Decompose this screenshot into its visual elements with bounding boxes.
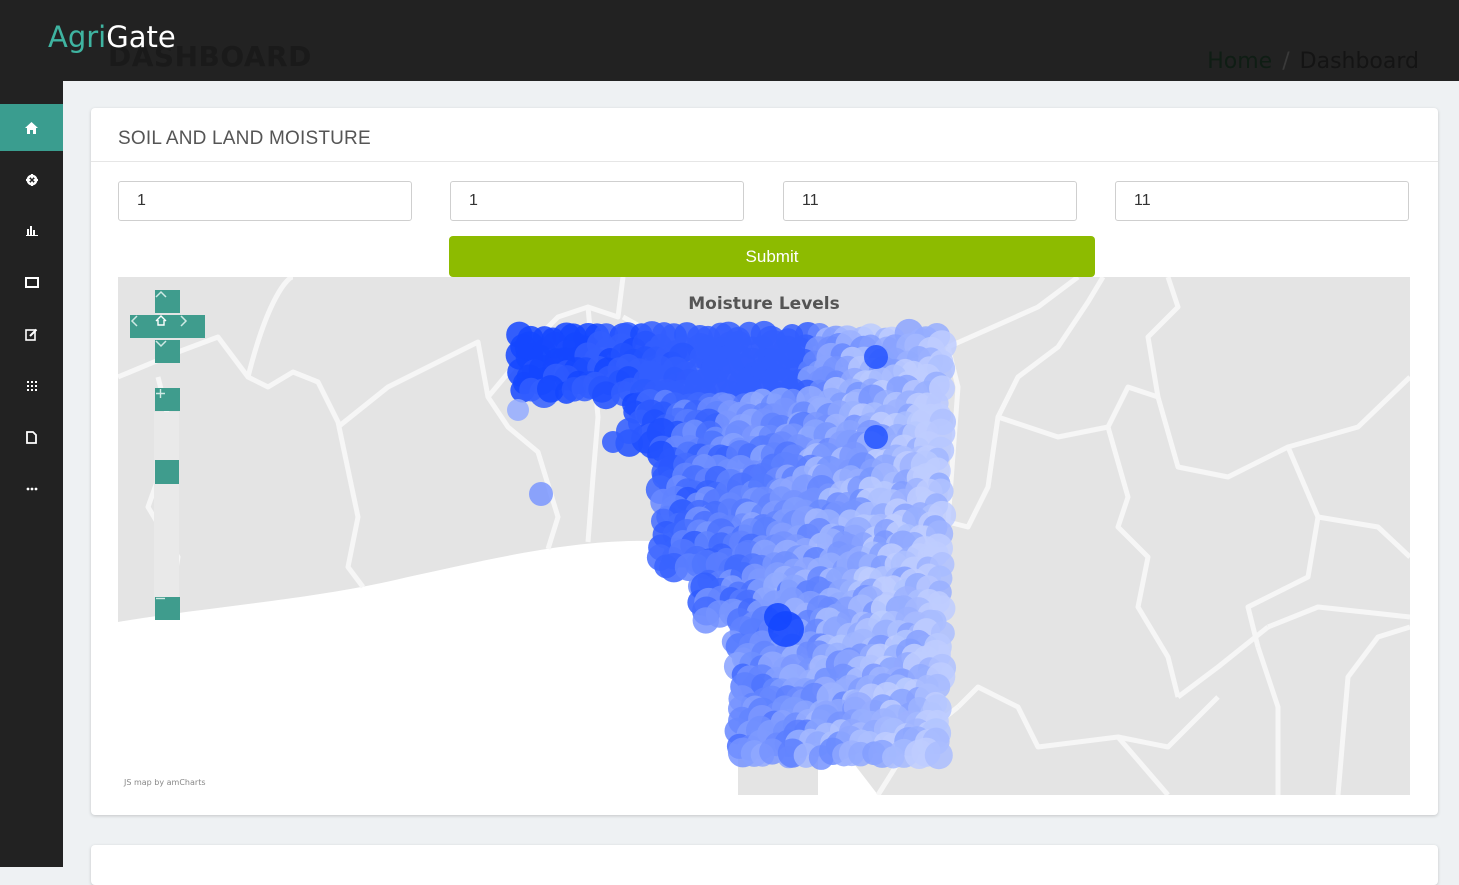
sidebar-item-settings[interactable] (0, 156, 63, 203)
edit-icon (25, 328, 38, 341)
file-icon (26, 431, 37, 444)
sidebar-item-forms[interactable] (0, 311, 63, 358)
moisture-point[interactable] (764, 603, 792, 631)
parameter-input-4[interactable] (1115, 181, 1409, 221)
moisture-point[interactable] (616, 418, 642, 444)
moisture-point[interactable] (692, 607, 719, 634)
gear-icon (25, 173, 38, 186)
breadcrumb-current: Dashboard (1299, 49, 1419, 74)
zoom-slider-track[interactable] (154, 412, 179, 597)
map-title: Moisture Levels (688, 294, 840, 314)
bar-chart-icon (25, 226, 38, 236)
brand-part2: Gate (106, 20, 176, 54)
card-divider (91, 161, 1438, 162)
breadcrumb: Home / Dashboard (1207, 49, 1419, 74)
moisture-point[interactable] (924, 741, 953, 770)
grid-icon (26, 380, 37, 391)
sidebar-item-charts[interactable] (0, 207, 63, 254)
home-icon (155, 315, 167, 326)
parameter-input-1[interactable] (118, 181, 412, 221)
sidebar (0, 81, 63, 867)
chevron-right-icon (180, 315, 188, 327)
more-icon (26, 487, 37, 490)
pan-left-button[interactable] (130, 315, 155, 338)
minus-icon (156, 597, 165, 600)
home-icon (25, 121, 38, 134)
submit-button[interactable]: Submit (449, 236, 1095, 277)
zoom-in-button[interactable] (155, 388, 180, 411)
brand-logo[interactable]: AgriGate (48, 20, 176, 54)
zoom-out-button[interactable] (155, 597, 180, 620)
map-canvas (118, 277, 1410, 795)
chevron-up-icon (155, 290, 167, 298)
sidebar-item-display[interactable] (0, 259, 63, 306)
sidebar-item-home[interactable] (0, 104, 63, 151)
breadcrumb-home-link[interactable]: Home (1207, 49, 1272, 74)
brand-part1: Agri (48, 20, 107, 54)
moisture-point[interactable] (507, 399, 529, 421)
monitor-icon (24, 276, 39, 288)
home-view-button[interactable] (155, 315, 180, 338)
pan-right-button[interactable] (180, 315, 205, 338)
zoom-slider-handle[interactable] (155, 460, 179, 484)
vegetation-card (91, 845, 1438, 885)
chevron-down-icon (155, 340, 167, 348)
parameter-input-2[interactable] (450, 181, 744, 221)
soil-moisture-card: SOIL AND LAND MOISTURE Submit (91, 108, 1438, 815)
sidebar-item-pages[interactable] (0, 414, 63, 461)
pan-up-button[interactable] (155, 290, 180, 313)
pan-down-button[interactable] (155, 340, 180, 363)
sea-area (118, 540, 738, 795)
chevron-left-icon (130, 315, 138, 327)
breadcrumb-separator: / (1282, 49, 1290, 74)
card-title: SOIL AND LAND MOISTURE (118, 128, 371, 149)
moisture-point[interactable] (529, 482, 553, 506)
moisture-map[interactable]: Moisture Levels JS map by amCharts (118, 277, 1410, 795)
sidebar-item-apps[interactable] (0, 362, 63, 409)
parameter-input-3[interactable] (783, 181, 1077, 221)
plus-icon (156, 389, 165, 398)
map-credit-link[interactable]: JS map by amCharts (124, 778, 206, 787)
moisture-point[interactable] (864, 345, 888, 369)
moisture-point[interactable] (864, 425, 888, 449)
sidebar-item-more[interactable] (0, 465, 63, 512)
